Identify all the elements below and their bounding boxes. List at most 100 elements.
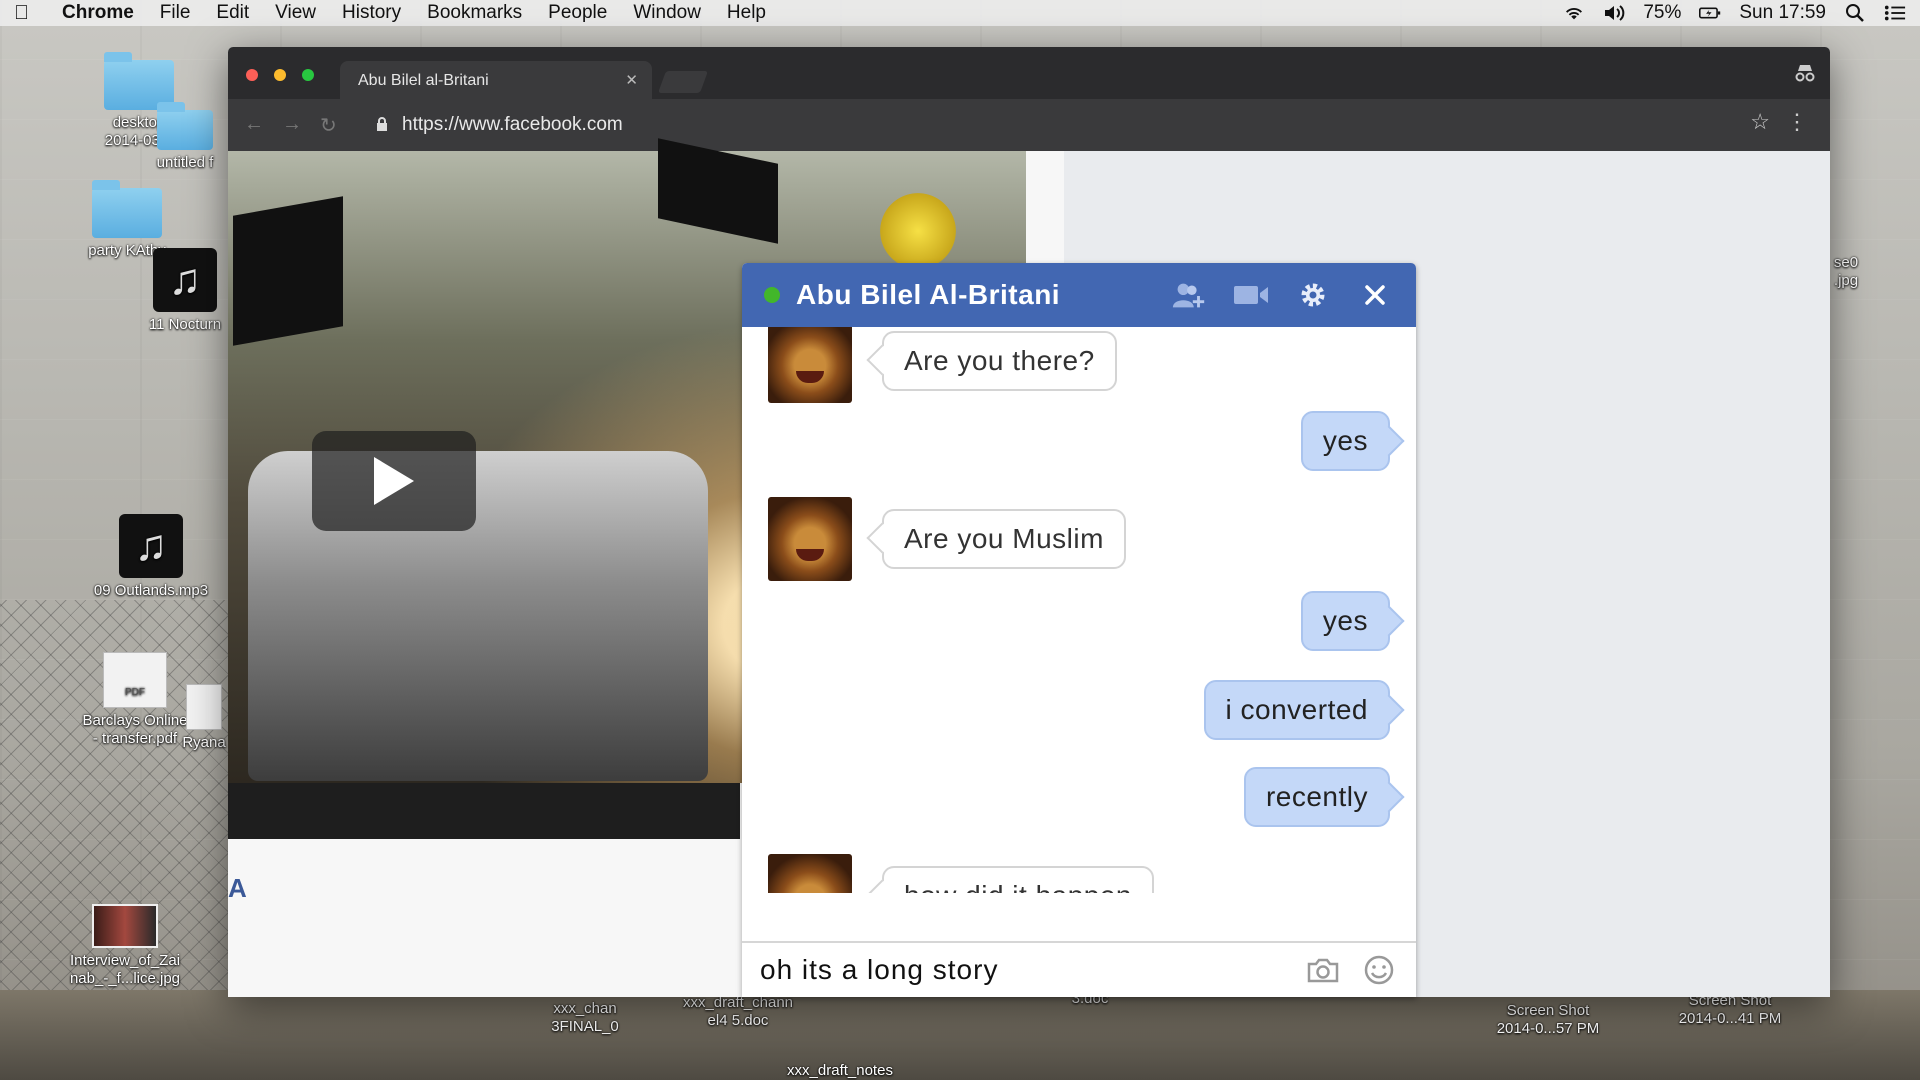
tab-title: Abu Bilel al-Britani	[358, 72, 489, 89]
forward-arrow-icon[interactable]: →	[282, 113, 302, 136]
desktop-file-se0[interactable]: se0 .jpg	[1826, 254, 1866, 290]
message-incoming: Are you Muslim	[768, 497, 1126, 581]
menu-app-name[interactable]: Chrome	[62, 2, 134, 24]
message-outgoing: recently	[1243, 767, 1390, 827]
avatar[interactable]	[768, 497, 852, 581]
zoom-window-button[interactable]	[302, 69, 314, 81]
message-outgoing: yes	[1300, 591, 1390, 651]
menu-people[interactable]: People	[548, 2, 607, 24]
photo-file-icon	[92, 904, 158, 948]
desktop-icon-label: Screen Shot 2014-0...57 PM	[1496, 1002, 1600, 1037]
message-list: Are you there? yes Are you Muslim yes i …	[742, 327, 1416, 893]
desktop-file-xxx-draft-channel[interactable]: xxx_draft_chann el4 5.doc	[668, 994, 808, 1030]
desktop-icon-label: Ryana	[182, 734, 226, 751]
chat-window: Abu Bilel Al-Britani Are you there? yes	[742, 263, 1416, 997]
menu-bookmarks[interactable]: Bookmarks	[427, 2, 522, 24]
message-input[interactable]	[760, 954, 1286, 986]
menu-clock[interactable]: Sun 17:59	[1739, 2, 1826, 24]
message-bubble: yes	[1300, 591, 1390, 651]
desktop-file-xxx-draft-notes[interactable]: xxx_draft_notes	[770, 1062, 910, 1080]
pdf-file-icon: PDF	[103, 652, 167, 708]
desktop-icon-label: 11 Nocturn	[148, 316, 222, 333]
battery-icon[interactable]	[1699, 4, 1721, 22]
message-incoming: Are you there?	[768, 327, 1117, 403]
close-window-button[interactable]	[246, 69, 258, 81]
music-file-icon: ♫	[119, 514, 183, 578]
menu-bar:  Chrome File Edit View History Bookmark…	[0, 0, 1920, 26]
notification-center-icon[interactable]	[1884, 4, 1906, 22]
browser-tab[interactable]: Abu Bilel al-Britani ✕	[340, 61, 652, 99]
bookmark-star-icon[interactable]: ☆	[1750, 109, 1770, 135]
chat-contact-name[interactable]: Abu Bilel Al-Britani	[796, 279, 1060, 311]
menu-view[interactable]: View	[275, 2, 316, 24]
minimize-window-button[interactable]	[274, 69, 286, 81]
battery-percent: 75%	[1643, 2, 1682, 23]
new-tab-button[interactable]	[657, 71, 709, 93]
desktop-ground	[0, 990, 1920, 1080]
music-file-icon: ♫	[153, 248, 217, 312]
doc-file-icon	[186, 684, 222, 730]
address-bar[interactable]: https://www.facebook.com	[366, 111, 1726, 139]
play-button[interactable]	[312, 431, 476, 531]
video-frame-flag	[233, 196, 343, 346]
camera-icon[interactable]	[1304, 951, 1342, 989]
desktop-file-interview[interactable]: Interview_of_Zai nab_-_f...lice.jpg	[60, 904, 190, 988]
emoji-icon[interactable]	[1360, 951, 1398, 989]
video-frame-flag	[658, 138, 778, 244]
volume-icon[interactable]	[1603, 4, 1625, 22]
message-bubble: recently	[1243, 767, 1390, 827]
menu-edit[interactable]: Edit	[216, 2, 249, 24]
message-outgoing: yes	[1300, 411, 1390, 471]
message-composer	[742, 941, 1416, 997]
message-incoming: how did it happen	[768, 854, 1155, 893]
folder-icon	[157, 102, 213, 150]
avatar[interactable]	[768, 854, 852, 893]
video-caption-bar	[228, 783, 740, 839]
message-bubble: Are you Muslim	[882, 509, 1126, 569]
message-bubble: Are you there?	[882, 331, 1117, 391]
desktop-file-ryana[interactable]: Ryana	[176, 684, 232, 752]
desktop-file-nocturn[interactable]: ♫ 11 Nocturn	[140, 248, 230, 334]
close-icon[interactable]	[1356, 279, 1394, 311]
add-friends-to-chat-icon[interactable]	[1170, 279, 1208, 311]
desktop-file-xxx-chan[interactable]: xxx_chan 3FINAL_0	[530, 1000, 640, 1036]
desktop-icon-label: xxx_draft_chann el4 5.doc	[682, 994, 794, 1029]
message-bubble: i converted	[1203, 680, 1390, 740]
desktop-icon-label: se0 .jpg	[1833, 254, 1859, 289]
message-outgoing: i converted	[1203, 680, 1390, 740]
menu-file[interactable]: File	[160, 2, 191, 24]
browser-menu-icon[interactable]: ⋮	[1786, 109, 1808, 135]
desktop-folder-untitled[interactable]: untitled f	[140, 102, 230, 172]
desktop-icon-label: Interview_of_Zai nab_-_f...lice.jpg	[69, 952, 181, 987]
desktop-icon-label: untitled f	[156, 154, 214, 171]
menu-help[interactable]: Help	[727, 2, 766, 24]
feed-partial-link[interactable]: A	[228, 873, 247, 904]
back-arrow-icon[interactable]: ←	[244, 113, 264, 136]
reload-icon[interactable]: ↻	[320, 113, 337, 138]
video-call-icon[interactable]	[1232, 279, 1270, 311]
chat-header[interactable]: Abu Bilel Al-Britani	[742, 263, 1416, 327]
apple-icon[interactable]: 	[14, 2, 36, 24]
message-bubble: yes	[1300, 411, 1390, 471]
wifi-icon[interactable]	[1563, 4, 1585, 22]
message-bubble: how did it happen	[882, 866, 1155, 893]
tab-close-icon[interactable]: ✕	[625, 71, 638, 89]
browser-titlebar: Abu Bilel al-Britani ✕	[228, 47, 1830, 99]
avatar[interactable]	[768, 327, 852, 403]
folder-icon	[92, 180, 162, 238]
desktop-file-screenshot-1[interactable]: Screen Shot 2014-0...57 PM	[1478, 1002, 1618, 1038]
desktop-icon-label: 09 Outlands.mp3	[93, 582, 209, 599]
desktop-icon-label: xxx_chan 3FINAL_0	[551, 1000, 619, 1035]
spotlight-search-icon[interactable]	[1844, 4, 1866, 22]
online-status-dot	[764, 287, 780, 303]
desktop-file-outlands[interactable]: ♫ 09 Outlands.mp3	[86, 514, 216, 600]
desktop-icon-label: Screen Shot 2014-0...41 PM	[1678, 992, 1782, 1027]
video-watermark-logo	[880, 193, 956, 269]
desktop-file-screenshot-2[interactable]: Screen Shot 2014-0...41 PM	[1660, 992, 1800, 1028]
url-text: https://www.facebook.com	[402, 114, 623, 135]
menu-history[interactable]: History	[342, 2, 401, 24]
desktop-icon-label: xxx_draft_notes	[787, 1062, 893, 1079]
gear-icon[interactable]	[1294, 279, 1332, 311]
lock-icon	[377, 117, 387, 131]
menu-window[interactable]: Window	[633, 2, 701, 24]
